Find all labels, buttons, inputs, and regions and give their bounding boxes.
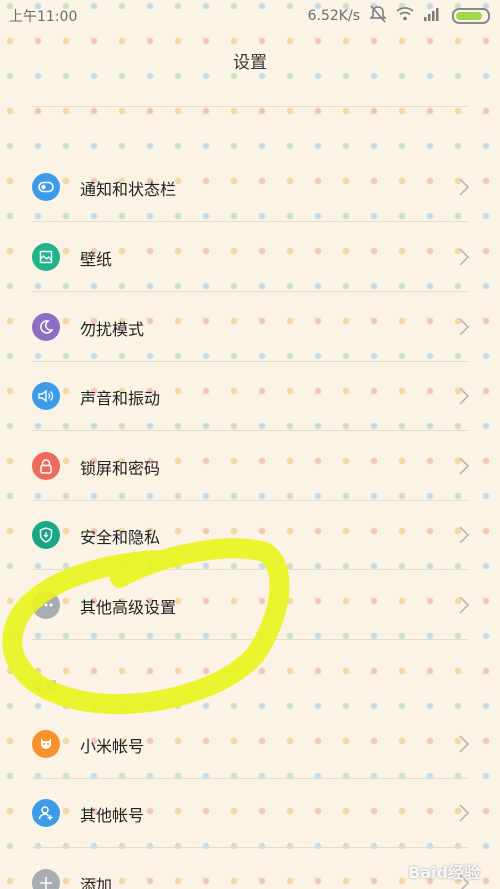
speaker-icon (32, 382, 60, 410)
setting-label: 安全和隐私 (80, 528, 161, 547)
lock-icon (32, 452, 60, 480)
chevron-right-icon (459, 526, 470, 544)
status-icons: 6.52K/s (308, 5, 490, 27)
title-divider (32, 106, 468, 107)
signal-icon (424, 7, 442, 25)
account-row-mi[interactable]: 小米帐号 (0, 709, 500, 779)
setting-label: 勿扰模式 (80, 320, 145, 339)
mute-bell-icon (369, 5, 387, 27)
setting-row-dnd[interactable]: 勿扰模式 (0, 292, 500, 362)
moon-icon (32, 313, 60, 341)
chevron-right-icon (459, 178, 470, 196)
account-label: 其他帐号 (80, 806, 145, 825)
plus-icon (32, 869, 60, 889)
account-row-other[interactable]: 其他帐号 (0, 778, 500, 848)
setting-label: 锁屏和密码 (80, 459, 161, 478)
chevron-right-icon (459, 387, 470, 405)
battery-icon (452, 8, 490, 24)
setting-row-sound[interactable]: 声音和振动 (0, 361, 500, 431)
status-time: 上午11:00 (9, 9, 78, 25)
watermark-text: Baid经验 (408, 863, 480, 882)
toggle-icon (32, 173, 60, 201)
section-label-account: 帐号 (32, 680, 59, 695)
chevron-right-icon (459, 804, 470, 822)
more-dots-icon (32, 591, 60, 619)
setting-label: 通知和状态栏 (80, 180, 177, 199)
page-title: 设置 (233, 53, 267, 73)
account-label: 添加 (80, 876, 113, 889)
setting-row-lockscreen[interactable]: 锁屏和密码 (0, 431, 500, 501)
setting-row-wallpaper[interactable]: 壁纸 (0, 222, 500, 292)
network-speed: 6.52K/s (307, 8, 360, 24)
chevron-right-icon (459, 596, 470, 614)
setting-label: 声音和振动 (80, 389, 161, 408)
shield-icon (32, 521, 60, 549)
status-bar: 上午11:00 6.52K/s (0, 0, 500, 30)
account-label: 小米帐号 (80, 737, 145, 756)
setting-row-security[interactable]: 安全和隐私 (0, 500, 500, 570)
row-divider (32, 639, 468, 640)
setting-row-notifications[interactable]: 通知和状态栏 (0, 152, 500, 222)
chevron-right-icon (459, 318, 470, 336)
setting-label: 壁纸 (80, 250, 113, 269)
chevron-right-icon (459, 248, 470, 266)
setting-label: 其他高级设置 (80, 598, 177, 617)
mi-account-icon (32, 730, 60, 758)
baidu-watermark: Baid经验 (408, 859, 480, 883)
wifi-icon (396, 7, 414, 25)
wallpaper-icon (32, 243, 60, 271)
add-person-icon (32, 799, 60, 827)
setting-row-advanced[interactable]: 其他高级设置 (0, 570, 500, 640)
chevron-right-icon (459, 735, 470, 753)
chevron-right-icon (459, 457, 470, 475)
